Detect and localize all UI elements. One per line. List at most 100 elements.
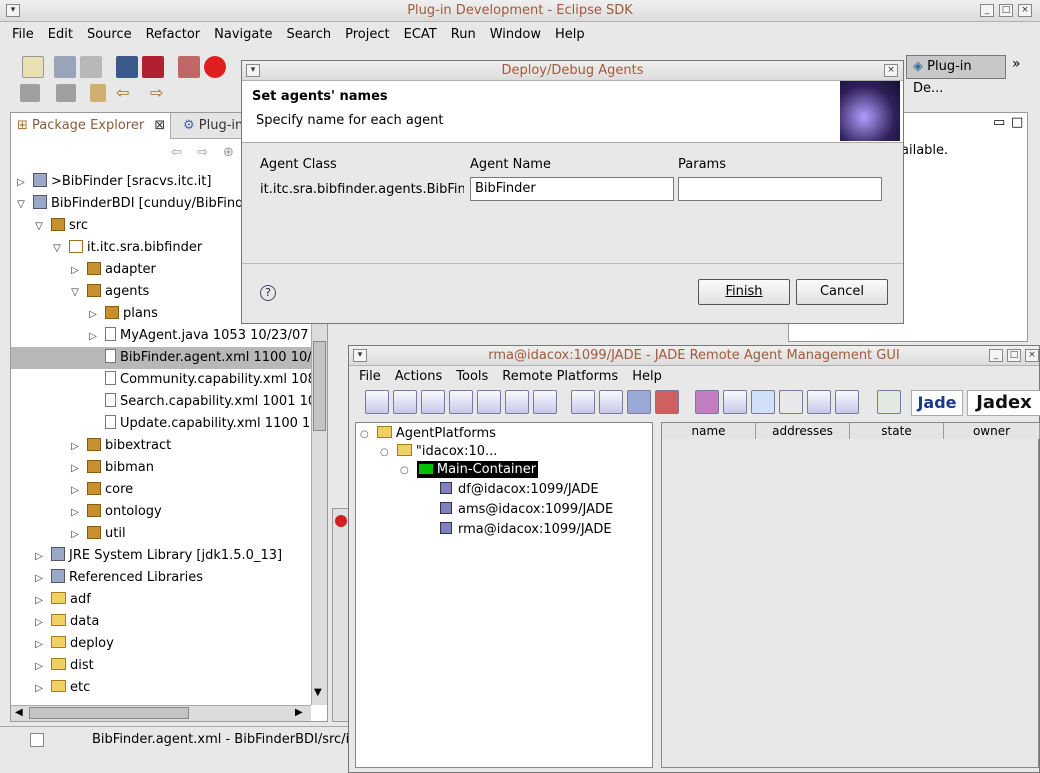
dialog-menu-button[interactable]: ▾ <box>246 64 260 77</box>
jade-maximize-button[interactable]: □ <box>1007 349 1021 362</box>
close-button[interactable]: × <box>1018 4 1032 17</box>
log-manager-icon[interactable] <box>807 390 831 414</box>
tree-main-container[interactable]: ○ Main-Container <box>400 459 539 481</box>
panel-minimize-icon[interactable]: ▭ <box>993 115 1005 130</box>
dummy-agent-icon[interactable] <box>695 390 719 414</box>
menu-run[interactable]: Run <box>451 27 476 42</box>
expand-icon[interactable]: ▷ <box>87 326 99 348</box>
tree-handle-icon[interactable]: ○ <box>380 447 389 458</box>
expand-icon[interactable]: ▷ <box>69 480 81 502</box>
container-icon[interactable] <box>627 390 651 414</box>
col-header-owner[interactable]: owner <box>944 423 1040 439</box>
scroll-right-icon[interactable]: ▶ <box>295 707 303 718</box>
collapse-icon[interactable]: ▽ <box>33 216 45 238</box>
maximize-button[interactable]: □ <box>999 4 1013 17</box>
config-icon[interactable] <box>877 390 901 414</box>
close-tab-icon[interactable]: ⊠ <box>154 118 165 133</box>
jade-icon[interactable] <box>116 56 138 78</box>
jade-minimize-button[interactable]: _ <box>989 349 1003 362</box>
tree-row-core[interactable]: ▷ core <box>69 479 133 501</box>
tree-handle-icon[interactable]: ○ <box>360 429 369 440</box>
tree-row-util[interactable]: ▷ util <box>69 523 126 545</box>
tree-row-data[interactable]: ▷ data <box>33 611 99 633</box>
hscroll-thumb[interactable] <box>29 707 189 719</box>
menu-navigate[interactable]: Navigate <box>214 27 272 42</box>
tree-row-update[interactable]: Update.capability.xml 1100 10 <box>105 413 311 435</box>
tab-package-explorer[interactable]: ⊞ Package Explorer ⊠ <box>11 113 171 139</box>
menu-project[interactable]: Project <box>345 27 389 42</box>
collapse-icon[interactable]: ▽ <box>51 238 63 260</box>
back-icon[interactable]: ⇦ <box>116 84 136 102</box>
tree-row-adapter[interactable]: ▷ adapter <box>69 259 156 281</box>
go-into-icon[interactable]: ⊕ <box>223 145 234 160</box>
fast-view-icon[interactable] <box>30 733 44 747</box>
jade-menu-actions[interactable]: Actions <box>395 369 443 384</box>
forward-icon[interactable]: ⇨ <box>150 84 170 102</box>
tree-row-bibfinderbdi[interactable]: ▽ BibFinderBDI [cunduy/BibFinderB <box>15 193 266 215</box>
clone-agent-icon[interactable] <box>533 390 557 414</box>
menu-edit[interactable]: Edit <box>48 27 73 42</box>
sniffer-icon[interactable] <box>751 390 775 414</box>
tree-row-ontology[interactable]: ▷ ontology <box>69 501 162 523</box>
jade-menu-file[interactable]: File <box>359 369 381 384</box>
menu-refactor[interactable]: Refactor <box>146 27 201 42</box>
jade-menu-tools[interactable]: Tools <box>456 369 488 384</box>
expand-icon[interactable]: ▷ <box>33 612 45 634</box>
collapse-icon[interactable]: ▽ <box>15 194 27 216</box>
jade-close-button[interactable]: × <box>1025 349 1039 362</box>
save-icon[interactable] <box>54 56 76 78</box>
expand-icon[interactable]: ▷ <box>87 304 99 326</box>
send-message-icon[interactable] <box>477 390 501 414</box>
tree-row-search[interactable]: Search.capability.xml 1001 10 <box>105 391 311 413</box>
tree-agent-ams[interactable]: ams@idacox:1099/JADE <box>440 499 613 521</box>
tree-agent-df[interactable]: df@idacox:1099/JADE <box>440 479 599 501</box>
back-nav-icon[interactable]: ⇦ <box>171 145 182 160</box>
introspector-icon[interactable] <box>779 390 803 414</box>
tree-handle-icon[interactable]: ○ <box>400 465 409 476</box>
tree-row-agents[interactable]: ▽ agents <box>69 281 149 303</box>
jade-menu-remote[interactable]: Remote Platforms <box>502 369 618 384</box>
tree-row-jre[interactable]: ▷ JRE System Library [jdk1.5.0_13] <box>33 545 282 567</box>
tree-row-plans[interactable]: ▷ plans <box>87 303 158 325</box>
print-icon[interactable] <box>80 56 102 78</box>
tree-row-adf[interactable]: ▷ adf <box>33 589 91 611</box>
kill-agent-icon[interactable] <box>393 390 417 414</box>
menu-source[interactable]: Source <box>87 27 132 42</box>
load-container-icon[interactable] <box>599 390 623 414</box>
expand-icon[interactable]: ▷ <box>69 436 81 458</box>
menu-help[interactable]: Help <box>555 27 585 42</box>
params-field[interactable] <box>678 177 882 201</box>
tree-row-dist[interactable]: ▷ dist <box>33 655 94 677</box>
menu-search[interactable]: Search <box>286 27 331 42</box>
expand-icon[interactable]: ▷ <box>69 458 81 480</box>
expand-icon[interactable]: ▷ <box>69 524 81 546</box>
tree-row-package[interactable]: ▽ it.itc.sra.bibfinder <box>51 237 202 259</box>
next-annotation-icon[interactable] <box>20 84 40 102</box>
shutdown-icon[interactable] <box>655 390 679 414</box>
expand-icon[interactable]: ▷ <box>33 634 45 656</box>
inspect-icon[interactable] <box>835 390 859 414</box>
tab-plugins[interactable]: ⚙ Plug-in <box>183 113 243 139</box>
agent-icon[interactable] <box>178 56 200 78</box>
tree-agent-rma[interactable]: rma@idacox:1099/JADE <box>440 519 612 541</box>
stop-icon[interactable] <box>204 56 226 78</box>
expand-icon[interactable]: ▷ <box>33 590 45 612</box>
tree-row-deploy[interactable]: ▷ deploy <box>33 633 114 655</box>
expand-icon[interactable]: ▷ <box>15 172 27 194</box>
migrate-agent-icon[interactable] <box>505 390 529 414</box>
help-icon[interactable]: ? <box>260 285 276 301</box>
suspend-agent-icon[interactable] <box>421 390 445 414</box>
tree-row-myagent[interactable]: ▷ MyAgent.java 1053 10/23/07 <box>87 325 309 347</box>
expand-icon[interactable]: ▷ <box>33 678 45 700</box>
col-header-name[interactable]: name <box>662 423 756 439</box>
tree-row-etc[interactable]: ▷ etc <box>33 677 90 699</box>
expand-icon[interactable]: ▷ <box>69 260 81 282</box>
dialog-close-button[interactable]: × <box>884 64 898 77</box>
forward-nav-icon[interactable]: ⇨ <box>197 145 208 160</box>
last-edit-icon[interactable] <box>90 84 106 102</box>
expand-icon[interactable]: ▷ <box>33 656 45 678</box>
finish-button[interactable]: Finish <box>698 279 790 305</box>
tree-row-bibman[interactable]: ▷ bibman <box>69 457 154 479</box>
tree-row-community[interactable]: Community.capability.xml 1083 <box>105 369 311 391</box>
col-header-addresses[interactable]: addresses <box>756 423 850 439</box>
